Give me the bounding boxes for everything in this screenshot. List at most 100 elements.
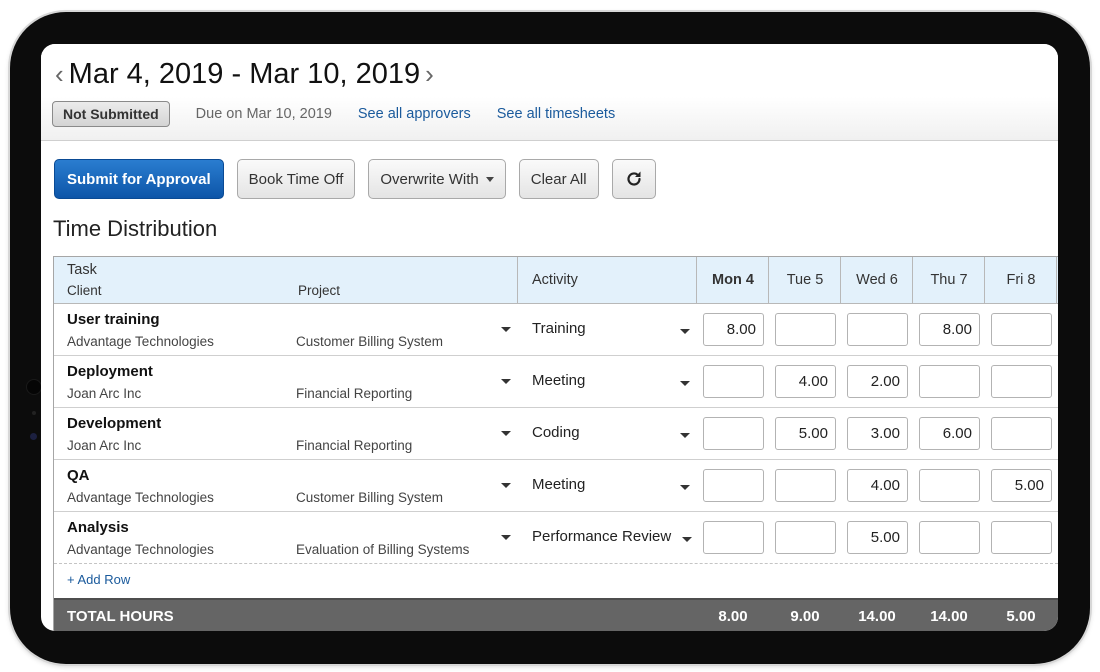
hours-input[interactable] — [847, 521, 908, 554]
column-header-activity: Activity — [532, 272, 578, 288]
client-name: Joan Arc Inc — [67, 386, 142, 401]
activity-dropdown-icon[interactable] — [680, 433, 690, 438]
hours-input[interactable] — [775, 521, 836, 554]
date-range-nav: ‹ Mar 4, 2019 - Mar 10, 2019 › — [55, 56, 434, 92]
hours-input[interactable] — [919, 469, 980, 502]
hours-input[interactable] — [919, 521, 980, 554]
timesheet-header: ‹ Mar 4, 2019 - Mar 10, 2019 › Not Submi… — [41, 44, 1058, 141]
total-hours-value: 8.00 — [718, 608, 748, 625]
hours-input[interactable] — [775, 469, 836, 502]
sensor-icon — [32, 411, 36, 415]
hours-input[interactable] — [991, 521, 1052, 554]
total-hours-value: 14.00 — [930, 608, 968, 625]
client-name: Advantage Technologies — [67, 334, 214, 349]
column-header-day: Fri 8 — [1006, 272, 1036, 288]
hours-input[interactable] — [775, 365, 836, 398]
toolbar: Submit for Approval Book Time Off Overwr… — [54, 159, 669, 199]
see-all-timesheets-link[interactable]: See all timesheets — [497, 106, 615, 122]
total-hours-label: TOTAL HOURS — [67, 608, 174, 625]
hours-input[interactable] — [919, 365, 980, 398]
hours-input[interactable] — [919, 313, 980, 346]
activity-dropdown-icon[interactable] — [682, 537, 692, 542]
clear-all-button[interactable]: Clear All — [518, 159, 599, 199]
table-row: Analysis Advantage Technologies Evaluati… — [54, 512, 1058, 564]
book-time-off-label: Book Time Off — [248, 170, 344, 188]
project-name: Customer Billing System — [296, 490, 444, 505]
hours-input[interactable] — [847, 365, 908, 398]
prev-week-icon[interactable]: ‹ — [55, 56, 64, 92]
hours-input[interactable] — [847, 313, 908, 346]
submit-label: Submit for Approval — [67, 170, 211, 188]
hours-input[interactable] — [703, 521, 764, 554]
hours-input[interactable] — [703, 365, 764, 398]
activity-select[interactable]: Meeting — [532, 372, 585, 389]
activity-select[interactable]: Coding — [532, 424, 580, 441]
table-row: User training Advantage Technologies Cus… — [54, 304, 1058, 356]
column-divider — [517, 257, 518, 304]
project-dropdown-icon[interactable] — [501, 327, 511, 332]
column-header-day: Tue 5 — [786, 272, 824, 288]
client-name: Advantage Technologies — [67, 542, 214, 557]
refresh-icon — [627, 171, 641, 186]
book-time-off-button[interactable]: Book Time Off — [236, 159, 356, 199]
column-divider — [1056, 257, 1057, 304]
activity-select[interactable]: Training — [532, 320, 586, 337]
column-header-day: Mon 4 — [712, 272, 754, 288]
project-dropdown-icon[interactable] — [501, 431, 511, 436]
due-date: Due on Mar 10, 2019 — [195, 106, 332, 122]
see-all-approvers-link[interactable]: See all approvers — [358, 106, 471, 122]
hours-input[interactable] — [847, 469, 908, 502]
clear-all-label: Clear All — [530, 170, 587, 188]
hours-input[interactable] — [991, 313, 1052, 346]
hours-input[interactable] — [919, 417, 980, 450]
project-name: Customer Billing System — [296, 334, 444, 349]
hours-input[interactable] — [775, 417, 836, 450]
project-name: Evaluation of Billing Systems — [296, 542, 470, 557]
sensor-icon — [30, 433, 37, 440]
hours-input[interactable] — [775, 313, 836, 346]
hours-input[interactable] — [703, 469, 764, 502]
next-week-icon[interactable]: › — [425, 56, 434, 92]
refresh-button[interactable] — [611, 159, 656, 199]
hours-input[interactable] — [703, 313, 764, 346]
timesheet-screen: ‹ Mar 4, 2019 - Mar 10, 2019 › Not Submi… — [41, 44, 1058, 631]
hours-input[interactable] — [991, 469, 1052, 502]
client-name: Advantage Technologies — [67, 490, 214, 505]
total-hours-value: 9.00 — [790, 608, 820, 625]
total-hours-value: 14.00 — [858, 608, 896, 625]
hours-input[interactable] — [991, 365, 1052, 398]
activity-select[interactable]: Meeting — [532, 476, 585, 493]
hours-input[interactable] — [847, 417, 908, 450]
overwrite-with-dropdown[interactable]: Overwrite With — [368, 159, 506, 199]
column-header-day: Thu 7 — [930, 272, 968, 288]
hours-input[interactable] — [703, 417, 764, 450]
task-name: QA — [67, 467, 90, 484]
task-name: User training — [67, 311, 160, 328]
activity-select[interactable]: Performance Review — [532, 528, 671, 545]
overwrite-label: Overwrite With — [380, 170, 479, 188]
task-name: Deployment — [67, 363, 153, 380]
status-badge: Not Submitted — [52, 101, 170, 127]
hours-input[interactable] — [991, 417, 1052, 450]
page-title: Mar 4, 2019 - Mar 10, 2019 — [68, 58, 421, 90]
client-name: Joan Arc Inc — [67, 438, 142, 453]
project-dropdown-icon[interactable] — [501, 483, 511, 488]
activity-dropdown-icon[interactable] — [680, 381, 690, 386]
status-row: Not Submitted Due on Mar 10, 2019 See al… — [52, 101, 615, 127]
chevron-down-icon — [485, 176, 494, 182]
submit-for-approval-button[interactable]: Submit for Approval — [54, 159, 224, 199]
camera-icon — [26, 379, 42, 395]
table-header: Task Client Project Activity Mon 4 Tue 5… — [54, 257, 1058, 304]
project-dropdown-icon[interactable] — [501, 535, 511, 540]
activity-dropdown-icon[interactable] — [680, 485, 690, 490]
table-row: Deployment Joan Arc Inc Financial Report… — [54, 356, 1058, 408]
project-dropdown-icon[interactable] — [501, 379, 511, 384]
section-title: Time Distribution — [53, 216, 218, 241]
total-hours-value: 5.00 — [1006, 608, 1036, 625]
add-row-link[interactable]: + Add Row — [67, 572, 130, 587]
table-row: Development Joan Arc Inc Financial Repor… — [54, 408, 1058, 460]
totals-row: TOTAL HOURS 8.00 9.00 14.00 14.00 5.00 — [54, 598, 1058, 631]
activity-dropdown-icon[interactable] — [680, 329, 690, 334]
time-distribution-table: Task Client Project Activity Mon 4 Tue 5… — [53, 256, 1058, 631]
table-row: QA Advantage Technologies Customer Billi… — [54, 460, 1058, 512]
